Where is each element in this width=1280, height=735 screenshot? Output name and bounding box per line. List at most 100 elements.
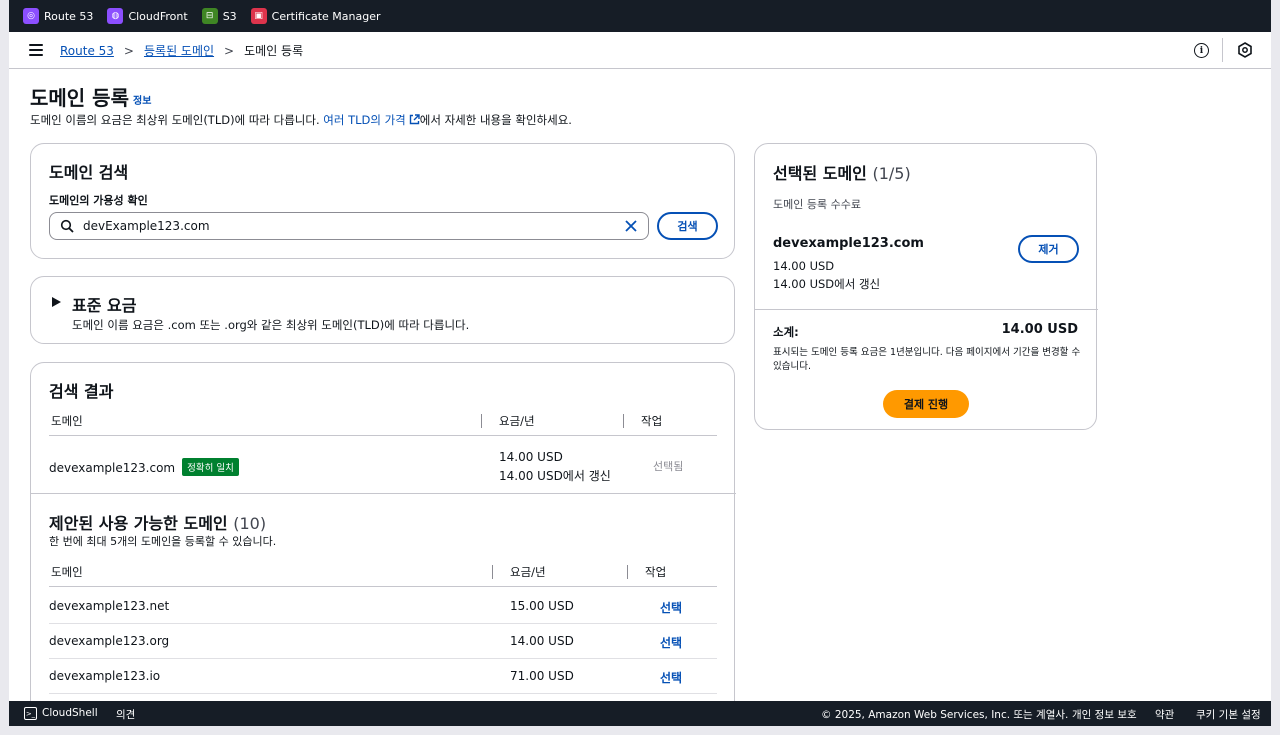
column-header-domain: 도메인 [51,565,83,579]
result-renewal: 14.00 USD에서 갱신 [499,469,611,483]
copyright-text: © 2025, Amazon Web Services, Inc. 또는 계열사… [821,709,1069,721]
window-bottom-edge [9,726,1271,735]
column-divider [492,565,493,579]
column-header-price: 요금/년 [499,414,535,428]
selected-domains-title: 선택된 도메인 (1/5) [773,160,911,184]
table-row: devexample123.io 71.00 USD 선택 [49,659,717,694]
search-icon [60,219,74,233]
tld-pricing-link-label: 여러 TLD의 가격 [323,113,406,127]
suggested-price: 15.00 USD [510,599,574,613]
cloudfront-icon: ◍ [107,8,124,24]
favorite-label: Route 53 [44,9,94,23]
search-button[interactable]: 검색 [657,212,718,240]
expand-caret-icon[interactable] [52,297,61,307]
select-button[interactable]: 선택 [660,634,682,651]
suggested-domain: devexample123.io [49,669,161,683]
privacy-link[interactable]: 개인 정보 보호 [1072,707,1137,722]
column-header-price: 요금/년 [510,565,546,579]
selected-domain-price: 14.00 USD [773,259,835,273]
favorite-s3[interactable]: ⊟ S3 [201,8,237,24]
favorite-label: Certificate Manager [271,9,381,23]
cookie-preferences-link[interactable]: 쿠키 기본 설정 [1196,707,1261,722]
registration-fee-label: 도메인 등록 수수료 [773,198,861,211]
divider [31,493,736,494]
search-results-card: 검색 결과 도메인 요금/년 작업 devexample123.com 정확히 일… [30,362,736,722]
info-icon[interactable]: i [1194,43,1209,58]
route53-icon: ◎ [23,8,39,24]
chevron-right-icon: > [224,43,235,58]
breadcrumb: Route 53 > 등록된 도메인 > 도메인 등록 [60,42,303,59]
favorites-bar: ◎ Route 53 ◍ CloudFront ⊟ S3 ▣ Certifica… [9,0,1271,32]
favorite-cloudfront[interactable]: ◍ CloudFront [107,8,188,24]
terms-link[interactable]: 약관 [1155,707,1174,722]
favorite-route53[interactable]: ◎ Route 53 [23,8,93,24]
external-link-icon [409,114,420,125]
suggested-domains-title-text: 제안된 사용 가능한 도메인 [49,514,228,533]
standard-pricing-card: 표준 요금 도메인 이름 요금은 .com 또는 .org와 같은 최상위 도메… [30,276,735,344]
search-input-value: devExample123.com [83,219,210,233]
footer-bar: >_ CloudShell 의견 © 2025, Amazon Web Serv… [9,701,1271,726]
result-domain: devexample123.com 정확히 일치 [49,458,239,476]
column-header-domain: 도메인 [51,414,83,428]
remove-button[interactable]: 제거 [1018,235,1079,263]
result-domain-name: devexample123.com [49,461,176,475]
table-row: devexample123.com 정확히 일치 14.00 USD 14.00 … [49,450,717,497]
select-button[interactable]: 선택 [660,669,682,686]
selected-domains-card: 선택된 도메인 (1/5) 도메인 등록 수수료 devexample123.c… [754,143,1098,430]
selected-domains-count: (1/5) [872,164,911,183]
certificate-manager-icon: ▣ [250,8,267,24]
suggested-price: 71.00 USD [510,669,574,683]
search-results-title: 검색 결과 [49,382,114,401]
exact-match-badge: 정확히 일치 [182,458,239,476]
suggested-domain: devexample123.org [49,634,170,648]
proceed-to-payment-button[interactable]: 결제 진행 [883,390,969,418]
subtotal-value: 14.00 USD [1001,322,1078,337]
selected-domains-title-text: 선택된 도메인 [773,164,867,183]
table-row: devexample123.net 15.00 USD 선택 [49,589,717,624]
standard-pricing-description: 도메인 이름 요금은 .com 또는 .org와 같은 최상위 도메인(TLD)… [72,318,470,332]
feedback-link[interactable]: 의견 [116,707,135,722]
suggested-domain: devexample123.net [49,599,170,613]
favorite-label: S3 [222,9,237,23]
column-header-action: 작업 [645,565,667,579]
description-text: 에서 자세한 내용을 확인하세요. [419,113,572,127]
clear-icon[interactable] [623,218,639,234]
domain-search-input[interactable]: devExample123.com [49,212,649,240]
suggested-domains-count: (10) [233,514,267,533]
column-divider [627,565,628,579]
selected-domain-renewal: 14.00 USD에서 갱신 [773,277,881,291]
divider [755,309,1098,310]
domain-search-title: 도메인 검색 [49,163,129,182]
suggested-price: 14.00 USD [510,634,574,648]
standard-pricing-toggle[interactable]: 표준 요금 [72,292,136,316]
page-title: 도메인 등록 [30,86,129,110]
description-text: 도메인 이름의 요금은 최상위 도메인(TLD)에 따라 다릅니다. [30,113,324,127]
subtotal-label: 소계: [773,325,799,339]
chevron-right-icon: > [123,43,134,58]
column-divider [623,414,624,428]
breadcrumb-registered-domains[interactable]: 등록된 도메인 [144,42,214,59]
console-window: ◎ Route 53 ◍ CloudFront ⊟ S3 ▣ Certifica… [9,0,1271,735]
favorite-label: CloudFront [128,9,188,23]
navigation-bar: Route 53 > 등록된 도메인 > 도메인 등록 i [9,32,1271,69]
suggested-table-header: 도메인 요금/년 작업 [49,559,717,587]
cloudshell-link[interactable]: CloudShell [42,707,98,719]
column-header-action: 작업 [641,414,663,428]
table-row: devexample123.org 14.00 USD 선택 [49,624,717,659]
menu-icon[interactable] [29,44,43,56]
settings-hex-icon[interactable] [1237,42,1253,58]
domain-search-card: 도메인 검색 도메인의 가용성 확인 devExample123.com 검색 [30,143,735,259]
select-button[interactable]: 선택 [660,599,682,616]
s3-icon: ⊟ [201,8,218,24]
cloudshell-icon: >_ [24,707,37,720]
result-price: 14.00 USD [499,450,563,464]
info-link[interactable]: 정보 [133,92,151,107]
favorite-certificate-manager[interactable]: ▣ Certificate Manager [250,8,381,24]
tld-pricing-link[interactable]: 여러 TLD의 가격 [323,113,420,127]
selected-domain-name: devexample123.com [773,236,924,251]
selected-status: 선택됨 [653,460,684,473]
breadcrumb-route53[interactable]: Route 53 [60,44,114,58]
availability-label: 도메인의 가용성 확인 [49,194,148,207]
divider [1222,38,1223,62]
suggested-domains-title: 제안된 사용 가능한 도메인 (10) [49,510,266,534]
